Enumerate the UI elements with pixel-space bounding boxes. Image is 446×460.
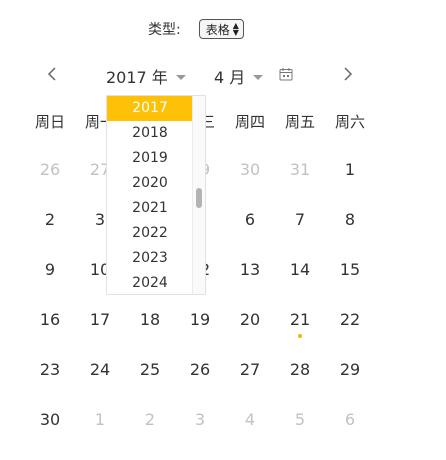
year-dropdown: 2017 2018 2019 2020 2021 2022 2023 2024 xyxy=(106,95,206,295)
day-cell[interactable]: 26 xyxy=(175,360,225,380)
calendar-week: 16 17 18 19 20 21 22 xyxy=(25,310,375,360)
day-cell[interactable]: 16 xyxy=(25,310,75,330)
day-cell[interactable]: 9 xyxy=(25,260,75,280)
day-cell[interactable]: 2 xyxy=(125,410,175,430)
year-option[interactable]: 2022 xyxy=(107,221,193,246)
day-cell[interactable]: 6 xyxy=(225,210,275,230)
calendar-week: 23 24 25 26 27 28 29 xyxy=(25,360,375,410)
year-option[interactable]: 2024 xyxy=(107,271,193,294)
day-cell[interactable]: 2 xyxy=(25,210,75,230)
select-arrows-icon: ▲ ▼ xyxy=(232,21,239,37)
type-select-value: 表格 xyxy=(205,22,230,37)
day-cell[interactable]: 1 xyxy=(75,410,125,430)
year-text: 2017 年 xyxy=(106,68,168,87)
day-cell[interactable]: 26 xyxy=(25,160,75,180)
day-cell[interactable]: 17 xyxy=(75,310,125,330)
day-cell[interactable]: 30 xyxy=(225,160,275,180)
chevron-left-icon xyxy=(47,67,56,81)
year-option[interactable]: 2018 xyxy=(107,121,193,146)
day-cell[interactable]: 20 xyxy=(225,310,275,330)
year-option[interactable]: 2021 xyxy=(107,196,193,221)
weekday-label: 周五 xyxy=(284,113,315,131)
day-cell[interactable]: 22 xyxy=(325,310,375,330)
prev-month-button[interactable] xyxy=(40,60,64,88)
weekday-label: 周六 xyxy=(334,113,365,131)
weekday-label: 周四 xyxy=(234,113,265,131)
day-cell[interactable]: 29 xyxy=(325,360,375,380)
chevron-right-icon xyxy=(344,67,353,81)
day-cell[interactable]: 27 xyxy=(225,360,275,380)
today-cell[interactable]: 21 xyxy=(275,310,325,338)
day-cell[interactable]: 31 xyxy=(275,160,325,180)
day-cell[interactable]: 28 xyxy=(275,360,325,380)
type-select[interactable]: 表格 ▲ ▼ xyxy=(198,19,244,39)
today-number: 21 xyxy=(289,310,311,329)
day-cell[interactable]: 14 xyxy=(275,260,325,280)
day-cell[interactable]: 18 xyxy=(125,310,175,330)
caret-down-icon xyxy=(253,74,264,80)
day-cell[interactable]: 25 xyxy=(125,360,175,380)
year-dropdown-list: 2017 2018 2019 2020 2021 2022 2023 2024 xyxy=(107,96,193,294)
calendar-week: 30 1 2 3 4 5 6 xyxy=(25,410,375,460)
year-selector[interactable]: 2017 年 xyxy=(106,64,186,88)
day-cell[interactable]: 15 xyxy=(325,260,375,280)
day-cell[interactable]: 19 xyxy=(175,310,225,330)
day-cell[interactable]: 8 xyxy=(325,210,375,230)
day-cell[interactable]: 4 xyxy=(225,410,275,430)
day-cell[interactable]: 3 xyxy=(175,410,225,430)
day-cell[interactable]: 13 xyxy=(225,260,275,280)
year-option-selected[interactable]: 2017 xyxy=(107,96,193,121)
year-option[interactable]: 2020 xyxy=(107,171,193,196)
weekday-label: 周日 xyxy=(34,113,65,131)
day-cell[interactable]: 7 xyxy=(275,210,325,230)
day-cell[interactable]: 6 xyxy=(325,410,375,430)
day-cell[interactable]: 1 xyxy=(325,160,375,180)
day-cell[interactable]: 24 xyxy=(75,360,125,380)
year-dropdown-scrollbar[interactable] xyxy=(192,96,205,294)
next-month-button[interactable] xyxy=(336,60,360,88)
calendar-icon[interactable] xyxy=(279,67,293,81)
month-text: 4 月 xyxy=(214,68,246,87)
month-selector[interactable]: 4 月 xyxy=(214,64,264,88)
year-option[interactable]: 2019 xyxy=(107,146,193,171)
calendar-header: 2017 年 4 月 xyxy=(0,60,446,90)
type-filter: 类型: 表格 ▲ ▼ xyxy=(148,18,244,40)
scrollbar-thumb[interactable] xyxy=(196,188,202,208)
day-cell[interactable]: 30 xyxy=(25,410,75,430)
year-option[interactable]: 2023 xyxy=(107,246,193,271)
caret-down-icon xyxy=(175,74,186,80)
day-cell[interactable]: 23 xyxy=(25,360,75,380)
type-label: 类型: xyxy=(148,22,181,38)
today-dot-icon xyxy=(298,334,302,338)
day-cell[interactable]: 5 xyxy=(275,410,325,430)
